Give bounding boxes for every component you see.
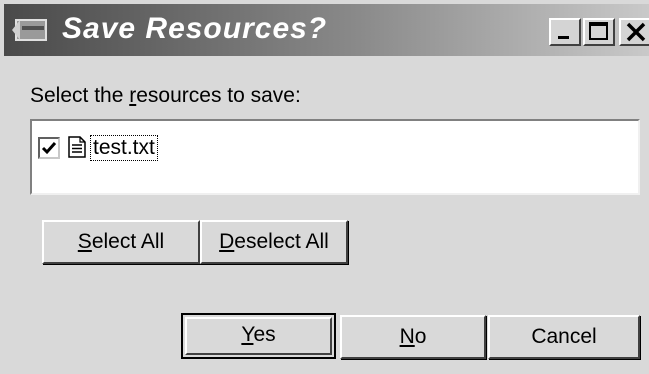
close-icon — [626, 22, 646, 42]
app-icon — [12, 19, 47, 41]
yes-button[interactable]: Yes — [181, 313, 336, 359]
deselect-all-mnemonic: D — [219, 230, 235, 253]
select-all-label: elect All — [91, 230, 165, 253]
resource-checkbox[interactable] — [38, 137, 60, 159]
select-all-button[interactable]: Select All — [42, 220, 200, 264]
minimize-button[interactable] — [549, 18, 581, 46]
yes-mnemonic: Y — [241, 323, 254, 346]
label-text-after: esources to save: — [136, 84, 301, 107]
checkmark-icon — [41, 142, 57, 155]
select-all-mnemonic: S — [77, 230, 92, 253]
yes-label: es — [253, 323, 276, 346]
no-button[interactable]: No — [340, 315, 486, 359]
cancel-label: Cancel — [531, 325, 597, 348]
deselect-all-label: eselect All — [234, 230, 329, 253]
window-title: Save Resources? — [62, 12, 328, 45]
no-mnemonic: N — [399, 325, 415, 348]
maximize-icon — [589, 22, 608, 40]
label-text-before: Select the — [30, 84, 130, 107]
close-button[interactable] — [619, 18, 649, 46]
title-bar[interactable]: Save Resources? — [4, 4, 649, 56]
text-file-icon — [68, 136, 86, 158]
minimize-icon — [558, 36, 569, 39]
deselect-all-button[interactable]: Deselect All — [200, 220, 348, 264]
list-item[interactable]: test.txt — [38, 133, 238, 163]
select-resources-label: Select the resources to save: — [30, 84, 301, 108]
no-label: o — [414, 325, 427, 348]
resources-list[interactable]: test.txt — [30, 119, 640, 195]
resource-name: test.txt — [90, 135, 158, 161]
cancel-button[interactable]: Cancel — [488, 315, 640, 359]
maximize-button[interactable] — [583, 18, 615, 46]
save-resources-dialog: Save Resources? Select the resources to … — [0, 0, 649, 374]
